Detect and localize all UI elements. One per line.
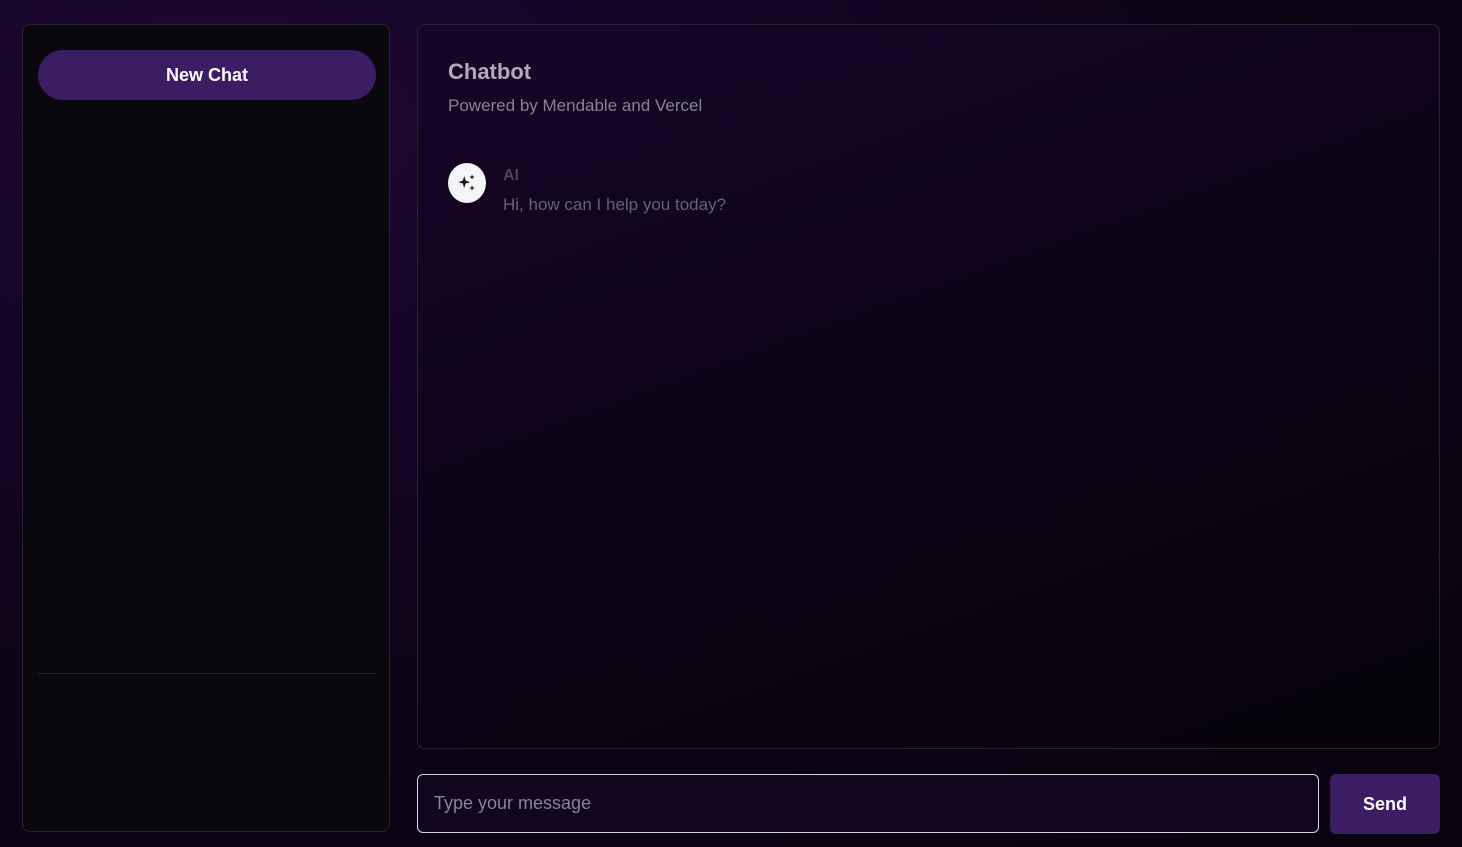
chat-title: Chatbot	[448, 59, 532, 84]
sidebar: New Chat	[22, 24, 390, 832]
chat-panel: Chatbot Powered by Mendable and Vercel A…	[417, 24, 1440, 749]
sidebar-divider	[38, 673, 376, 674]
chat-subtitle: Powered by Mendable and Vercel	[448, 96, 703, 115]
new-chat-button[interactable]: New Chat	[38, 50, 376, 100]
send-button[interactable]: Send	[1330, 774, 1440, 834]
ai-avatar	[448, 163, 486, 203]
sparkles-icon	[458, 174, 475, 191]
message-sender: AI	[503, 167, 519, 184]
message-input[interactable]	[417, 774, 1319, 833]
message-text: Hi, how can I help you today?	[503, 195, 727, 214]
